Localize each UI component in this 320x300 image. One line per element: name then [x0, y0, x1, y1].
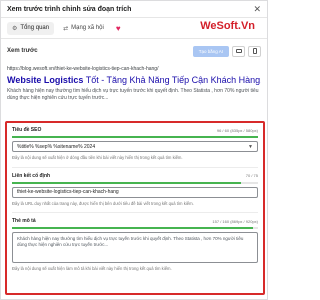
desktop-icon	[235, 49, 242, 53]
seo-title-field: Tiêu đề SEO 96 / 60 (835px / 580px) %tit…	[12, 127, 258, 161]
permalink-progress	[12, 181, 258, 184]
meta-description-progress-fill	[12, 227, 254, 229]
share-icon: ⇄	[63, 25, 69, 32]
permalink-progress-fill	[12, 181, 241, 184]
close-icon[interactable]: ✕	[253, 4, 261, 14]
meta-description-progress	[12, 227, 258, 229]
tab-social-label: Mạng xã hội	[71, 25, 104, 31]
seo-title-progress	[12, 136, 258, 138]
serp-url: https://blog.wesoft.vn/thiet-ke-website-…	[7, 66, 159, 72]
generate-ai-button[interactable]: Tạo bằng AI	[192, 45, 229, 57]
seo-title-value: %title% %sep% %sitename% 2024	[17, 143, 96, 150]
divider	[12, 212, 258, 213]
tab-overview[interactable]: ⚙ Tổng quan	[7, 21, 55, 35]
preview-title: Xem trước	[7, 48, 38, 54]
serp-title[interactable]: Website Logistics Tốt - Tăng Khả Năng Ti…	[7, 75, 261, 86]
permalink-field: Liên kết cố định 70 / 75 thiet-ke-websit…	[12, 173, 258, 207]
preview-header: Xem trước Tạo bằng AI	[1, 39, 267, 63]
meta-description-field: Thẻ mô tả 157 / 160 (869px / 920px) Khác…	[12, 218, 258, 272]
preview-tools: Tạo bằng AI	[192, 45, 261, 57]
serp-title-keyword: Website Logistics	[7, 75, 84, 85]
permalink-label: Liên kết cố định	[12, 172, 51, 179]
seo-title-count: 96 / 60 (835px / 580px)	[216, 127, 258, 133]
desktop-preview-button[interactable]	[232, 45, 245, 57]
heart-icon[interactable]: ♥	[113, 24, 124, 33]
permalink-help: Đây là URL duy nhất của trang này, được …	[12, 200, 194, 206]
tab-overview-label: Tổng quan	[20, 25, 50, 31]
meta-description-help: Đây là nội dung sẽ xuất hiện làm mô tả k…	[12, 266, 172, 271]
snippet-settings-panel: Tiêu đề SEO 96 / 60 (835px / 580px) %tit…	[5, 121, 265, 295]
dialog-title: Xem trước trình chỉnh sửa đoạn trích	[7, 5, 132, 13]
tab-bar: ⚙ Tổng quan ⇄ Mạng xã hội ♥ WeSoft.Vn	[1, 18, 267, 39]
meta-description-count: 157 / 160 (869px / 920px)	[212, 218, 258, 224]
meta-description-textarea[interactable]: Khách hàng hiện nay thường tìm hiểu dịch…	[12, 232, 258, 263]
permalink-count: 70 / 75	[245, 173, 258, 178]
mobile-icon	[252, 48, 257, 54]
tab-social[interactable]: ⇄ Mạng xã hội	[58, 22, 109, 35]
mobile-preview-button[interactable]	[248, 45, 261, 57]
dialog-header: Xem trước trình chỉnh sửa đoạn trích ✕	[1, 1, 267, 18]
permalink-value: thiet-ke-website-logistics-tiep-can-khac…	[17, 189, 119, 195]
serp-preview: https://blog.wesoft.vn/thiet-ke-website-…	[1, 63, 267, 102]
seo-title-help: Đây là nội dung sẽ xuất hiện ở dòng đầu …	[12, 155, 183, 160]
brand-watermark: WeSoft.Vn	[200, 20, 255, 32]
meta-description-label: Thẻ mô tả	[12, 218, 36, 224]
seo-title-input[interactable]: %title% %sep% %sitename% 2024 ▼	[12, 141, 258, 152]
serp-title-rest: Tốt - Tăng Khả Năng Tiếp Cận Khách Hàng.…	[83, 75, 261, 85]
seo-title-progress-fill	[12, 136, 258, 138]
serp-description: Khách hàng hiện nay thường tìm hiểu dịch…	[7, 88, 259, 101]
permalink-input[interactable]: thiet-ke-website-logistics-tiep-can-khac…	[12, 186, 258, 198]
seo-title-label: Tiêu đề SEO	[12, 127, 42, 133]
divider	[12, 166, 258, 168]
chevron-down-icon[interactable]: ▼	[248, 144, 253, 150]
snippet-editor-dialog: Xem trước trình chỉnh sửa đoạn trích ✕ ⚙…	[0, 0, 268, 300]
gear-icon: ⚙	[12, 25, 18, 32]
